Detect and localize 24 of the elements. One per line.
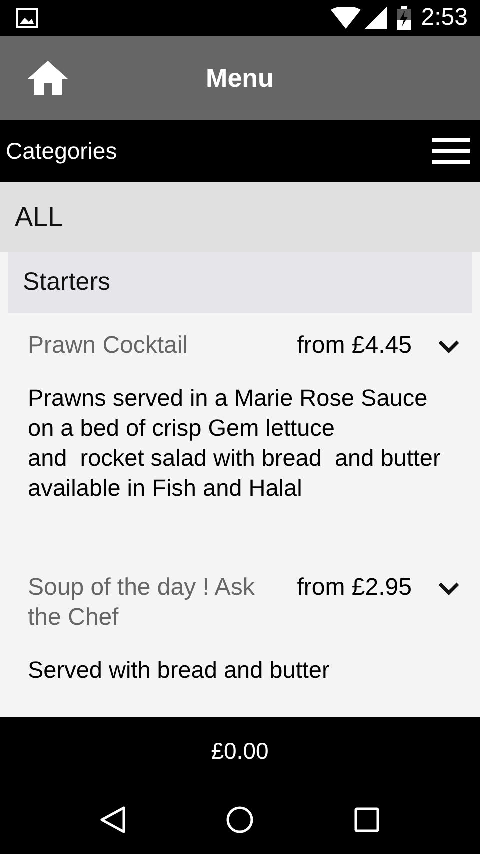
image-icon bbox=[16, 8, 38, 28]
dish-description: Prawns served in a Marie Rose Sauce on a bed of crisp Gem lettuce and rocket salad with bread and butter available in Fish and Halal bbox=[28, 384, 442, 503]
clock-time: 2:53 bbox=[421, 4, 468, 32]
menu-icon bbox=[432, 137, 470, 165]
wifi-icon bbox=[331, 7, 362, 29]
dish-description: Served with bread and butter bbox=[28, 656, 331, 685]
dish-name[interactable]: Prawn Cocktail bbox=[28, 331, 288, 361]
dish-name[interactable]: Soup of the day ! Ask the Chef bbox=[28, 573, 288, 633]
chevron-down-icon[interactable] bbox=[438, 340, 460, 354]
screen-title: Menu bbox=[206, 62, 274, 94]
square-icon bbox=[354, 806, 380, 832]
chevron-down-icon[interactable] bbox=[438, 582, 460, 596]
order-total: £0.00 bbox=[211, 738, 269, 764]
menu-button[interactable] bbox=[432, 137, 470, 165]
dish-price: from £4.45 bbox=[297, 331, 412, 361]
dish-price: from £2.95 bbox=[297, 573, 412, 603]
categories-label: Categories bbox=[6, 138, 118, 164]
section-header[interactable]: Starters bbox=[8, 252, 472, 313]
circle-icon bbox=[226, 806, 254, 834]
home-icon bbox=[28, 61, 68, 95]
back-icon bbox=[100, 806, 126, 834]
category-item[interactable]: ALL bbox=[0, 182, 480, 252]
battery-icon bbox=[397, 6, 412, 30]
signal-icon bbox=[365, 7, 388, 29]
